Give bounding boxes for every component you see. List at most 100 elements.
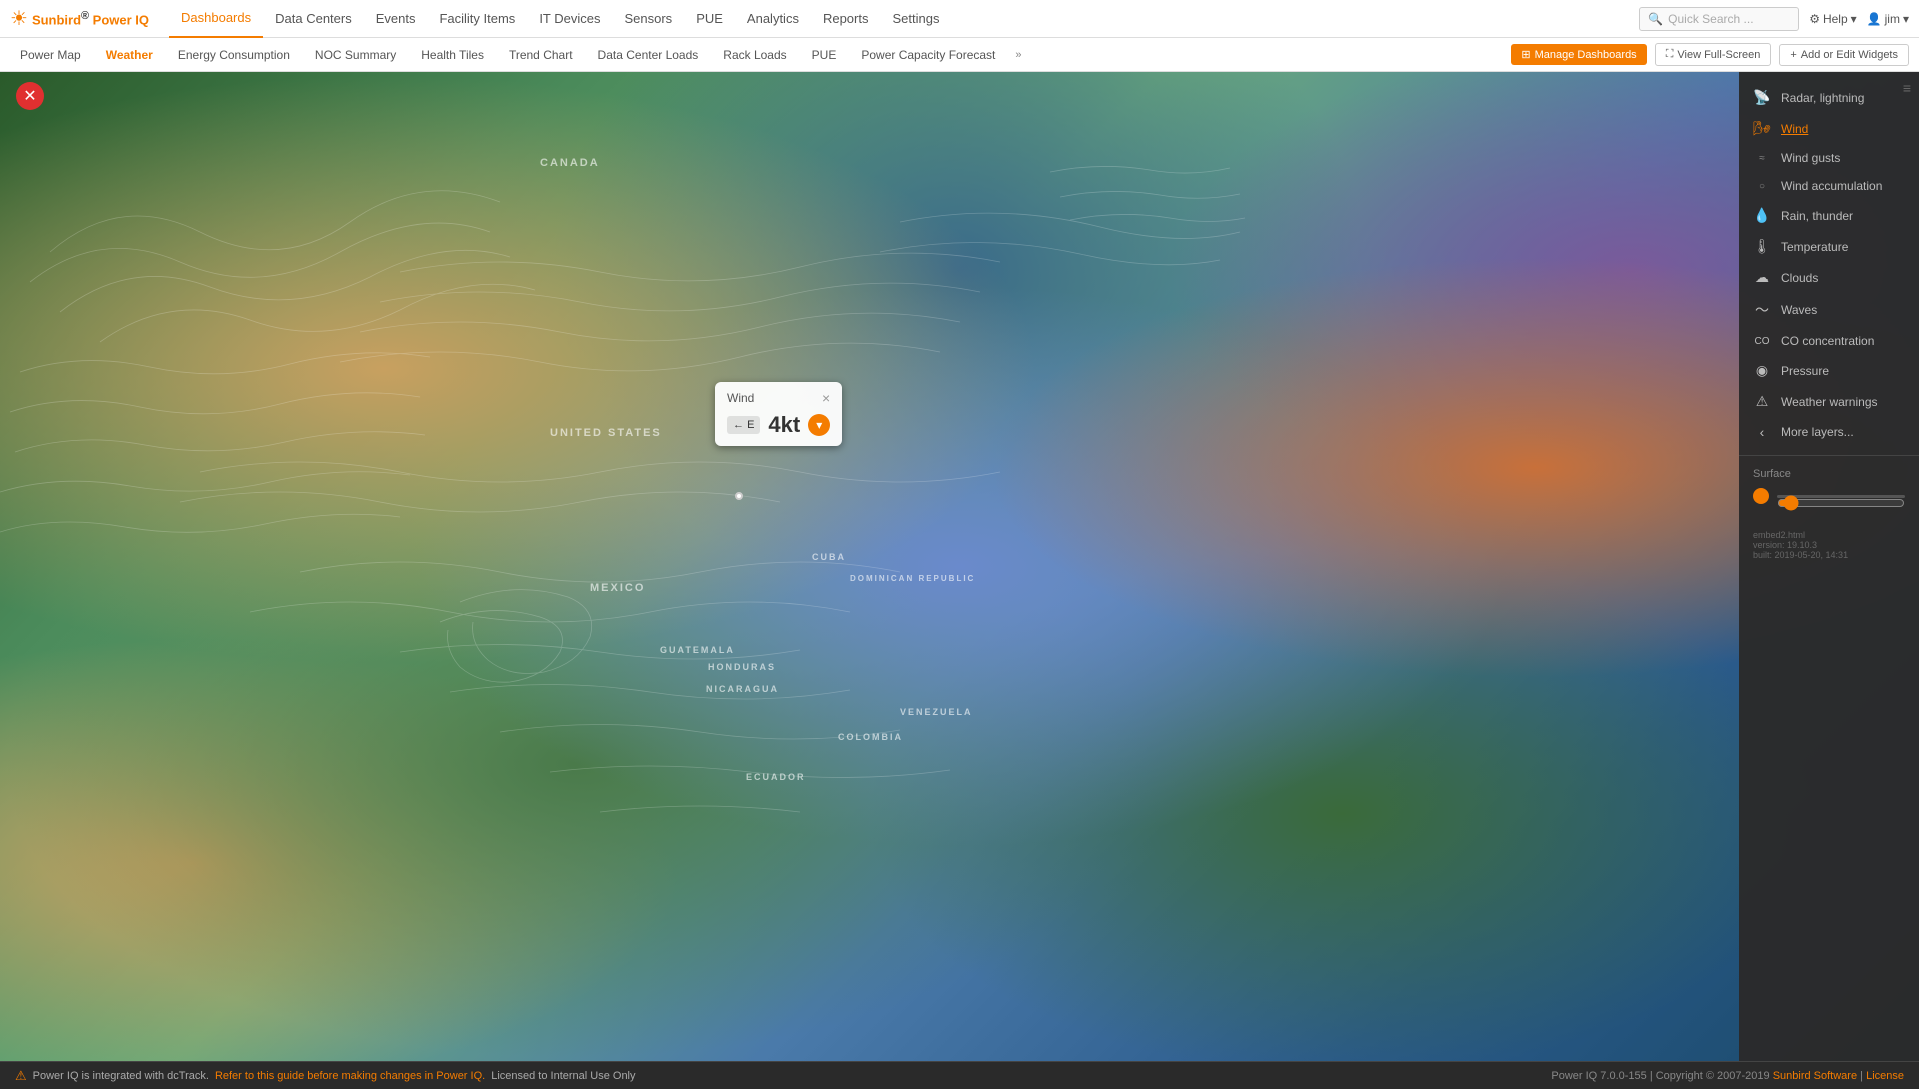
nav-facilityitems[interactable]: Facility Items xyxy=(427,0,527,38)
right-nav: 🔍 Quick Search ... ⚙ Help ▾ 👤 jim ▾ xyxy=(1639,7,1909,31)
rain-thunder-label: Rain, thunder xyxy=(1781,209,1853,223)
co-label: CO concentration xyxy=(1781,334,1874,348)
nav-pue[interactable]: PUE xyxy=(684,0,735,38)
more-layers-icon: ‹ xyxy=(1753,424,1771,440)
clouds-label: Clouds xyxy=(1781,271,1818,285)
tab-pue[interactable]: PUE xyxy=(802,38,847,72)
tab-trend-chart[interactable]: Trend Chart xyxy=(499,38,583,72)
fullscreen-button[interactable]: ⛶ View Full-Screen xyxy=(1655,43,1772,66)
nav-analytics[interactable]: Analytics xyxy=(735,0,811,38)
layer-wind[interactable]: 🌬 Wind xyxy=(1739,113,1919,144)
wind-accum-icon: ○ xyxy=(1753,181,1771,192)
meta-build: built: 2019-05-20, 14:31 xyxy=(1753,550,1905,560)
layer-radar-lightning[interactable]: 📡 Radar, lightning xyxy=(1739,82,1919,113)
wind-popup: Wind × ← E 4kt ▾ xyxy=(715,382,842,446)
weather-warnings-icon: ⚠ xyxy=(1753,393,1771,410)
map-close-button[interactable]: ✕ xyxy=(16,82,44,110)
nav-sensors[interactable]: Sensors xyxy=(612,0,684,38)
surface-slider[interactable] xyxy=(1753,488,1905,504)
wind-gusts-label: Wind gusts xyxy=(1781,151,1840,165)
tab-power-capacity[interactable]: Power Capacity Forecast xyxy=(851,38,1005,72)
surface-section: Surface xyxy=(1739,455,1919,516)
dashboard-nav: Power Map Weather Energy Consumption NOC… xyxy=(0,38,1919,72)
dctrack-link[interactable]: Refer to this guide before making change… xyxy=(215,1070,485,1082)
temperature-label: Temperature xyxy=(1781,240,1848,254)
help-label: Help xyxy=(1823,12,1848,26)
copyright-text: Power IQ 7.0.0-155 | Copyright © 2007-20… xyxy=(1551,1070,1769,1082)
help-icon: ⚙ xyxy=(1809,12,1820,26)
co-icon: CO xyxy=(1753,336,1771,347)
layer-weather-warnings[interactable]: ⚠ Weather warnings xyxy=(1739,386,1919,417)
search-box[interactable]: 🔍 Quick Search ... xyxy=(1639,7,1799,31)
wind-icon: 🌬 xyxy=(1753,120,1771,137)
surface-track[interactable] xyxy=(1777,495,1905,498)
wind-accum-label: Wind accumulation xyxy=(1781,179,1882,193)
wind-speed: 4kt xyxy=(768,412,800,438)
manage-dashboards-button[interactable]: ⊞ Manage Dashboards xyxy=(1511,44,1646,65)
tab-noc-summary[interactable]: NOC Summary xyxy=(305,38,406,72)
user-icon: 👤 xyxy=(1867,12,1882,26)
radar-lightning-label: Radar, lightning xyxy=(1781,91,1864,105)
weather-map: CANADA UNITED STATES MEXICO GUATEMALA HO… xyxy=(0,72,1919,1061)
layer-more[interactable]: ‹ More layers... xyxy=(1739,417,1919,447)
sunbird-link[interactable]: Sunbird Software xyxy=(1773,1070,1857,1082)
meta-version: version: 19.10.3 xyxy=(1753,540,1905,550)
wind-direction: ← E xyxy=(727,416,760,434)
license-link[interactable]: License xyxy=(1866,1070,1904,1082)
layer-wind-accumulation[interactable]: ○ Wind accumulation xyxy=(1739,172,1919,200)
wind-popup-close-button[interactable]: × xyxy=(822,390,830,406)
waves-label: Waves xyxy=(1781,303,1817,317)
map-container[interactable]: CANADA UNITED STATES MEXICO GUATEMALA HO… xyxy=(0,72,1919,1061)
more-layers-label: More layers... xyxy=(1781,425,1854,439)
user-button[interactable]: 👤 jim ▾ xyxy=(1867,12,1909,26)
nav-events[interactable]: Events xyxy=(364,0,428,38)
nav-reports[interactable]: Reports xyxy=(811,0,881,38)
logo-icon: ☀ xyxy=(10,6,28,31)
clouds-icon: ☁ xyxy=(1753,269,1771,286)
nav-settings[interactable]: Settings xyxy=(880,0,951,38)
layer-pressure[interactable]: ◉ Pressure xyxy=(1739,355,1919,386)
brand-name: Sunbird xyxy=(32,12,81,27)
wind-dropdown-button[interactable]: ▾ xyxy=(808,414,830,436)
search-placeholder: Quick Search ... xyxy=(1668,12,1753,26)
panel-handle[interactable]: ≡ xyxy=(1903,80,1911,96)
layer-wind-gusts[interactable]: ≈ Wind gusts xyxy=(1739,144,1919,172)
nav-itdevices[interactable]: IT Devices xyxy=(527,0,612,38)
layer-temperature[interactable]: 🌡 Temperature xyxy=(1739,231,1919,262)
wind-popup-value: ← E 4kt ▾ xyxy=(727,412,830,438)
layer-co[interactable]: CO CO concentration xyxy=(1739,327,1919,355)
tab-rack-loads[interactable]: Rack Loads xyxy=(713,38,796,72)
user-chevron: ▾ xyxy=(1903,12,1909,26)
main-nav: Dashboards Data Centers Events Facility … xyxy=(169,0,1639,38)
rain-thunder-icon: 💧 xyxy=(1753,207,1771,224)
nav-dashboards[interactable]: Dashboards xyxy=(169,0,263,38)
tab-weather[interactable]: Weather xyxy=(96,38,163,72)
layer-waves[interactable]: 〜 Waves xyxy=(1739,293,1919,327)
help-chevron: ▾ xyxy=(1851,12,1857,26)
right-panel: ≡ 📡 Radar, lightning 🌬 Wind ≈ Wind gusts… xyxy=(1739,72,1919,1061)
bottom-bar-right: Power IQ 7.0.0-155 | Copyright © 2007-20… xyxy=(1551,1070,1904,1082)
weather-warnings-label: Weather warnings xyxy=(1781,395,1878,409)
help-button[interactable]: ⚙ Help ▾ xyxy=(1809,12,1856,26)
tab-energy-consumption[interactable]: Energy Consumption xyxy=(168,38,300,72)
nav-datacenters[interactable]: Data Centers xyxy=(263,0,364,38)
meta-file: embed2.html xyxy=(1753,530,1905,540)
layer-clouds[interactable]: ☁ Clouds xyxy=(1739,262,1919,293)
pressure-icon: ◉ xyxy=(1753,362,1771,379)
surface-range-input[interactable] xyxy=(1777,495,1905,511)
tab-health-tiles[interactable]: Health Tiles xyxy=(411,38,494,72)
logo[interactable]: ☀ Sunbird® Power IQ xyxy=(10,6,149,31)
wind-layer-label: Wind xyxy=(1781,122,1808,136)
warning-text: Power IQ is integrated with dcTrack. xyxy=(33,1070,209,1082)
surface-label: Surface xyxy=(1753,468,1905,480)
tab-scroll-right[interactable]: » xyxy=(1010,49,1026,61)
layer-rain-thunder[interactable]: 💧 Rain, thunder xyxy=(1739,200,1919,231)
temperature-icon: 🌡 xyxy=(1753,238,1771,255)
location-dot xyxy=(735,492,743,500)
dashboard-actions: ⊞ Manage Dashboards ⛶ View Full-Screen +… xyxy=(1511,43,1909,66)
logo-text: Sunbird® Power IQ xyxy=(32,10,149,27)
tab-power-map[interactable]: Power Map xyxy=(10,38,91,72)
search-icon: 🔍 xyxy=(1648,12,1663,26)
tab-datacenter-loads[interactable]: Data Center Loads xyxy=(588,38,709,72)
add-widgets-button[interactable]: + Add or Edit Widgets xyxy=(1779,44,1909,66)
